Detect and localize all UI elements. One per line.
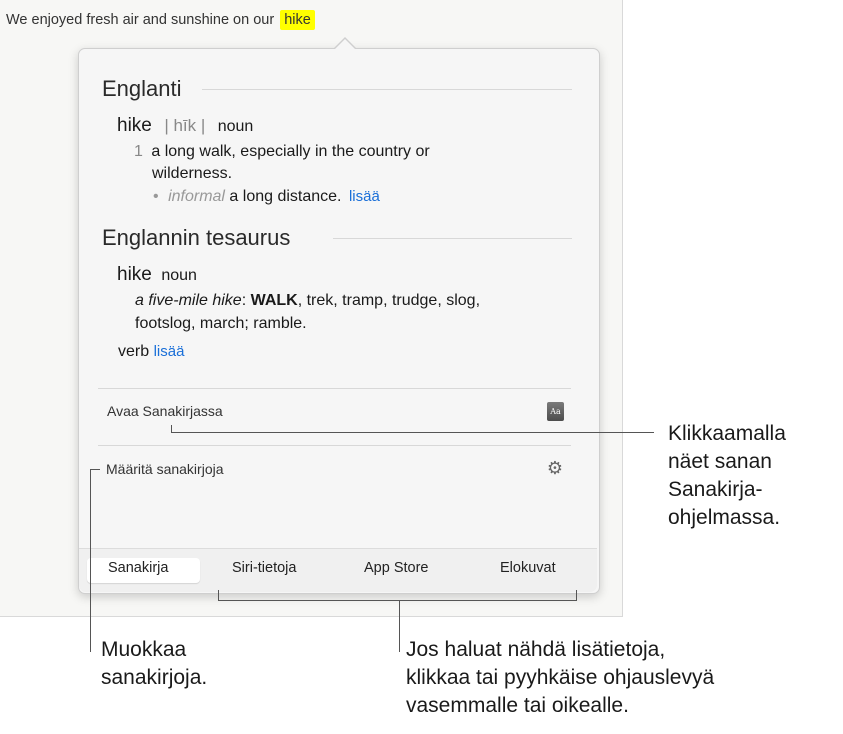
leader-bracket-left [218,590,219,600]
leader-bracket-right [576,590,577,600]
tab-app-store[interactable]: App Store [364,560,429,576]
sense-line-1: 1 a long walk, especially in the country… [134,143,430,161]
actions-divider [98,388,571,389]
usage-example: a five-mile hike [135,292,242,309]
popover-arrow-fill [334,39,356,50]
synonyms-rest: , trek, tramp, trudge, slog, [297,292,481,309]
section-divider [333,238,572,239]
sense-text-1: a long walk, especially in the country o… [151,143,430,160]
dictionary-book-icon[interactable]: Aa [547,402,564,421]
lookup-popover: Englanti hike | hīk | noun 1 a long walk… [78,48,600,594]
leader-line-configure [90,469,91,652]
thesaurus-entry-header: hike noun [117,264,197,286]
callout-line: Sanakirja- [668,478,763,501]
dictionary-section-title: Englanti [102,76,182,101]
tab-siri-knowledge[interactable]: Siri-tietoja [232,560,296,576]
thesaurus-part-of-speech: noun [161,267,197,284]
verb-label: verb [118,343,150,360]
key-synonym: WALK [250,292,298,309]
section-divider [202,89,572,90]
dictionary-more-link[interactable]: lisää [349,188,380,205]
source-tab-bar: Sanakirja Siri-tietoja App Store Elokuva… [79,548,597,592]
callout-line: sanakirjoja. [101,666,208,689]
tab-movies[interactable]: Elokuvat [500,560,556,576]
configure-dictionaries-button[interactable]: Määritä sanakirjoja [106,461,224,477]
callout-line: klikkaa tai pyyhkäise ohjauslevyä [406,666,715,689]
dictionary-entry-header: hike | hīk | noun [117,115,253,137]
sense-number: 1 [134,143,143,160]
pronunciation: | hīk | [164,116,206,135]
callout-open-dictionary: Klikkaamalla näet sanan Sanakirja- ohjel… [668,420,786,532]
document-sentence: We enjoyed fresh air and sunshine on our… [6,10,315,30]
thesaurus-more-link[interactable]: lisää [154,343,185,360]
callout-line: Jos haluat nähdä lisätietoja, [406,638,666,661]
register-label: informal [168,188,225,205]
synonyms-line-2: footslog, march; ramble. [135,315,307,332]
part-of-speech: noun [217,118,254,135]
leader-tick-open-dictionary [171,425,172,433]
subsense-text: a long distance. [229,188,342,205]
leader-line-tabs [399,600,400,652]
callout-edit-dictionaries: Muokkaa sanakirjoja. [101,636,207,692]
callout-line: vasemmalle tai oikealle. [406,694,629,717]
callout-line: Klikkaamalla [668,422,786,445]
subsense-line: • informal a long distance. lisää [153,188,380,206]
dictionary-headword: hike [117,115,152,136]
thesaurus-headword: hike [117,264,152,285]
callout-swipe: Jos haluat nähdä lisätietoja, klikkaa ta… [406,636,714,720]
sentence-text: We enjoyed fresh air and sunshine on our [6,12,279,28]
callout-line: Muokkaa [101,638,187,661]
leader-bracket-tabs [218,600,577,601]
highlighted-word[interactable]: hike [280,10,315,30]
bullet-icon: • [153,188,159,205]
synonyms-line-1: a five-mile hike: WALK, trek, tramp, tru… [135,292,480,310]
thesaurus-section-title: Englannin tesaurus [102,225,291,250]
sense-text-2: wilderness. [152,165,233,182]
leader-line-open-dictionary [171,432,654,433]
callout-line: näet sanan [668,450,772,473]
open-in-dictionary-button[interactable]: Avaa Sanakirjassa [107,403,223,419]
tab-dictionary[interactable]: Sanakirja [108,560,168,576]
actions-divider [98,445,571,446]
example-colon: : [241,292,247,309]
verb-line: verb lisää [118,343,184,361]
leader-tick-configure [90,469,100,470]
gear-icon[interactable]: ⚙ [545,459,565,479]
callout-line: ohjelmassa. [668,506,781,529]
